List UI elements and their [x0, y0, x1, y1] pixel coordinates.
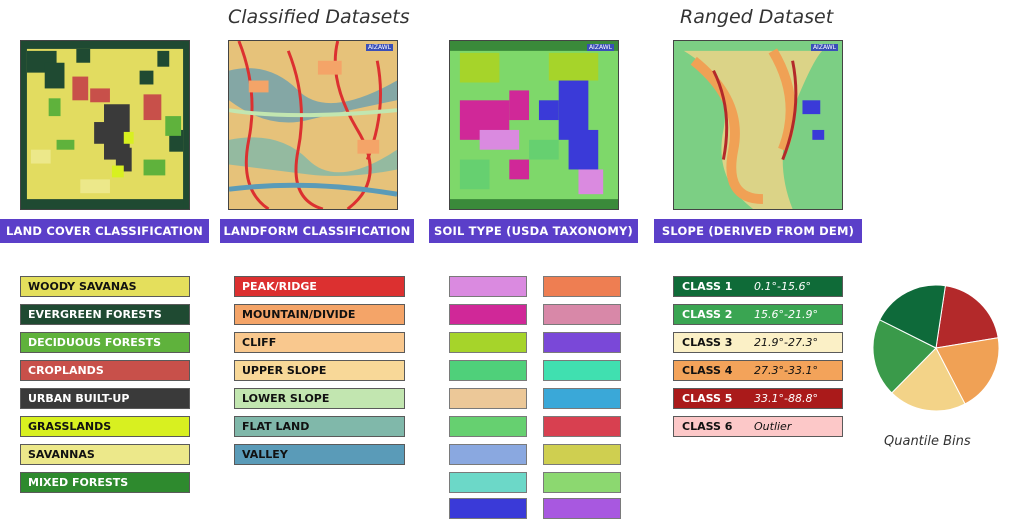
soil-swatch [543, 332, 621, 353]
slope-map-badge: AIZAWL [810, 44, 838, 51]
slope-class-name: CLASS 3 [682, 336, 733, 349]
slope-class-name: CLASS 4 [682, 364, 733, 377]
slope-class-range: 21.9°-27.3° [754, 336, 818, 349]
soil-swatch [543, 276, 621, 297]
land-cover-legend-item: SAVANNAS [20, 444, 190, 465]
soil-swatch [449, 304, 527, 325]
soil-swatch [449, 276, 527, 297]
soil-swatch [543, 416, 621, 437]
landform-legend-item: MOUNTAIN/DIVIDE [234, 304, 405, 325]
land-cover-legend-item: EVERGREEN FORESTS [20, 304, 190, 325]
soil-swatch [449, 444, 527, 465]
land-cover-legend-item: MIXED FORESTS [20, 472, 190, 493]
slope-class-range: 15.6°-21.9° [754, 308, 818, 321]
soil-swatch [449, 472, 527, 493]
land-cover-label: LAND COVER CLASSIFICATION [0, 219, 209, 243]
landform-map-badge: AIZAWL [365, 44, 393, 51]
quantile-bins-pie [872, 284, 1000, 412]
slope-class-item: CLASS 1 0.1°-15.6° [673, 276, 843, 297]
slope-class-item: CLASS 3 21.9°-27.3° [673, 332, 843, 353]
landform-legend-item: PEAK/RIDGE [234, 276, 405, 297]
soil-swatch [449, 360, 527, 381]
soil-swatch [543, 498, 621, 519]
slope-class-range: 33.1°-88.8° [754, 392, 818, 405]
slope-class-name: CLASS 1 [682, 280, 733, 293]
landform-legend-item: LOWER SLOPE [234, 388, 405, 409]
slope-class-name: CLASS 5 [682, 392, 733, 405]
land-cover-legend-item: WOODY SAVANAS [20, 276, 190, 297]
landform-label: LANDFORM CLASSIFICATION [220, 219, 414, 243]
slope-class-item: CLASS 2 15.6°-21.9° [673, 304, 843, 325]
slope-map: AIZAWL [673, 40, 843, 210]
land-cover-map [20, 40, 190, 210]
slope-label: SLOPE (DERIVED FROM DEM) [654, 219, 862, 243]
quantile-bins-caption: Quantile Bins [884, 434, 971, 449]
slope-class-item: CLASS 6 Outlier [673, 416, 843, 437]
landform-legend-item: VALLEY [234, 444, 405, 465]
soil-type-label: SOIL TYPE (USDA TAXONOMY) [429, 219, 638, 243]
soil-swatch [543, 304, 621, 325]
classified-datasets-heading: Classified Datasets [228, 6, 410, 28]
slope-class-range: 27.3°-33.1° [754, 364, 818, 377]
slope-class-range: 0.1°-15.6° [754, 280, 811, 293]
land-cover-legend-item: URBAN BUILT-UP [20, 388, 190, 409]
soil-swatch [449, 388, 527, 409]
pie-slice [935, 285, 999, 349]
land-cover-legend-item: DECIDUOUS FORESTS [20, 332, 190, 353]
ranged-dataset-heading: Ranged Dataset [680, 6, 834, 28]
landform-legend-item: UPPER SLOPE [234, 360, 405, 381]
soil-swatch [543, 360, 621, 381]
soil-swatch [449, 416, 527, 437]
soil-swatch [543, 444, 621, 465]
landform-map: AIZAWL [228, 40, 398, 210]
slope-class-item: CLASS 5 33.1°-88.8° [673, 388, 843, 409]
landform-legend-item: FLAT LAND [234, 416, 405, 437]
soil-swatch [543, 472, 621, 493]
land-cover-legend-item: GRASSLANDS [20, 416, 190, 437]
landform-legend-item: CLIFF [234, 332, 405, 353]
slope-class-range: Outlier [754, 420, 792, 433]
soil-map: AIZAWL [449, 40, 619, 210]
slope-class-item: CLASS 4 27.3°-33.1° [673, 360, 843, 381]
slope-class-name: CLASS 2 [682, 308, 733, 321]
soil-map-badge: AIZAWL [586, 44, 614, 51]
slope-class-name: CLASS 6 [682, 420, 733, 433]
soil-swatch [543, 388, 621, 409]
land-cover-legend-item: CROPLANDS [20, 360, 190, 381]
soil-swatch [449, 498, 527, 519]
soil-swatch [449, 332, 527, 353]
